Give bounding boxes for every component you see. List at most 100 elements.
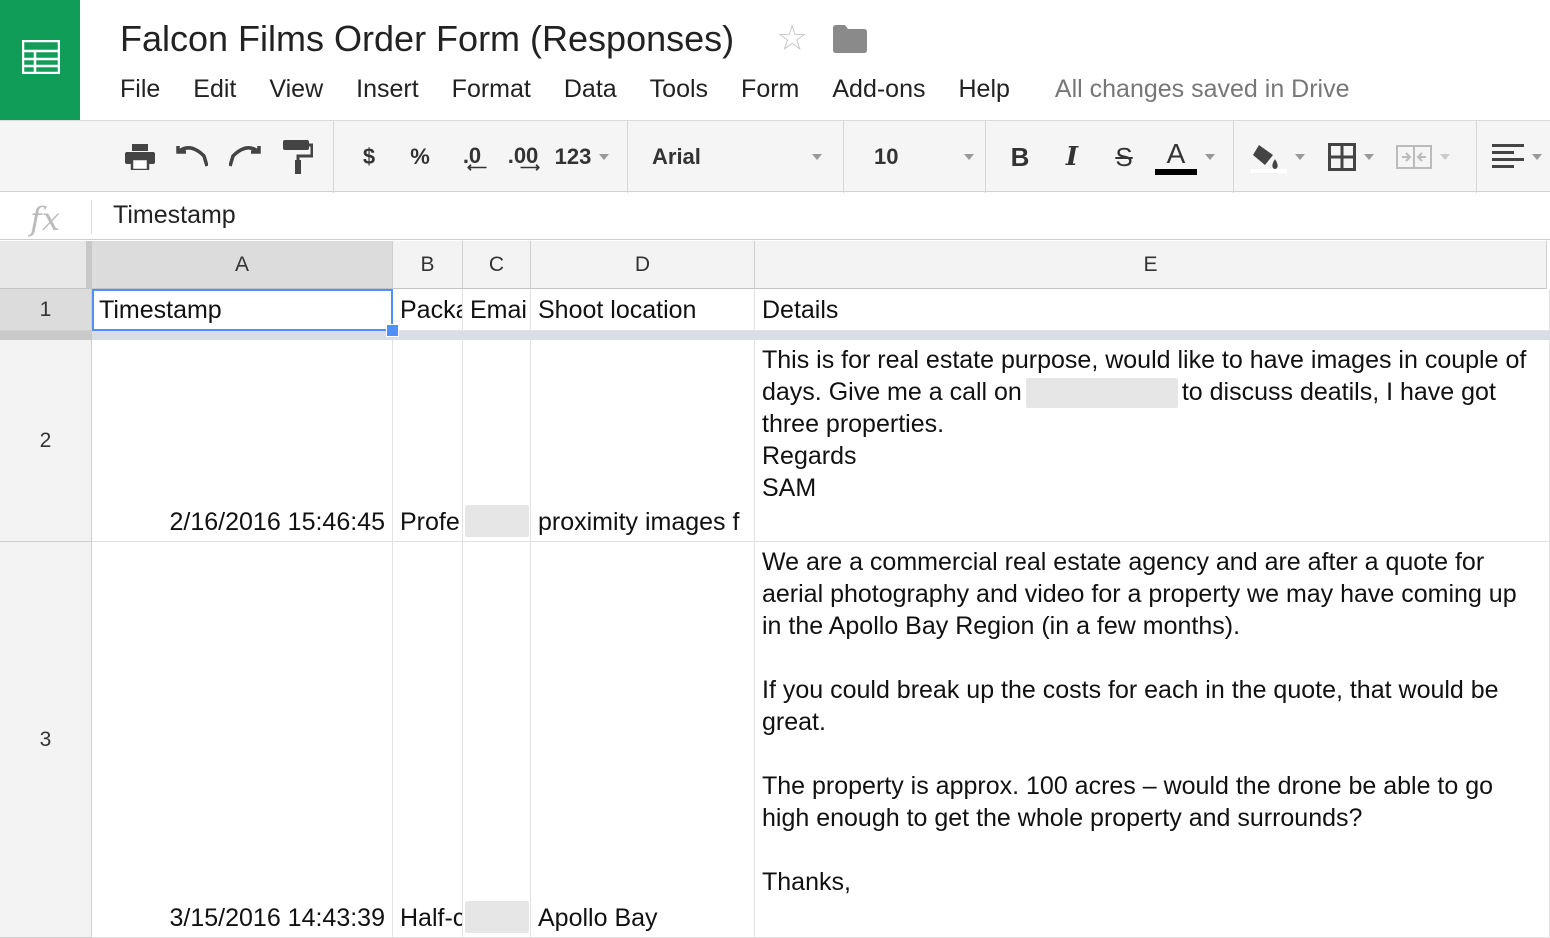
formula-input[interactable]: Timestamp (113, 201, 236, 230)
cell-d3-value: Apollo Bay (538, 904, 658, 932)
cell-a2[interactable]: 2/16/2016 15:46:45 (92, 340, 393, 542)
cell-d3[interactable]: Apollo Bay (531, 542, 755, 938)
menu-bar: File Edit View Insert Format Data Tools … (120, 74, 1350, 104)
star-icon[interactable]: ☆ (776, 18, 808, 58)
details-paragraph: Thanks, (762, 868, 851, 896)
details-line: Regards (762, 442, 857, 471)
cell-e2-text: This is for real estate purpose, would l… (762, 344, 1537, 504)
folder-icon[interactable] (833, 25, 867, 58)
text-color-label: A (1166, 138, 1186, 169)
column-header-a[interactable]: A (92, 241, 393, 289)
arrow-right-icon: ⟶ (519, 159, 541, 175)
details-paragraph: If you could break up the costs for each… (762, 676, 1499, 736)
toolbar: $ % .0 ⟵ .00 ⟶ 123 Arial 10 B I S A (0, 120, 1550, 193)
chevron-down-icon (1440, 154, 1450, 160)
save-status: All changes saved in Drive (1054, 74, 1350, 103)
cell-a3-value: 3/15/2016 14:43:39 (169, 904, 385, 932)
cell-b3[interactable]: Half-c (393, 542, 463, 938)
cell-d2[interactable]: proximity images f (531, 340, 755, 542)
details-paragraph: We are a commercial real estate agency a… (762, 548, 1517, 640)
strikethrough-button[interactable]: S (1106, 137, 1142, 177)
font-size-value: 10 (874, 144, 899, 169)
column-header-b[interactable]: B (393, 241, 463, 289)
sheets-logo[interactable] (0, 0, 80, 120)
horizontal-align-button[interactable] (1492, 137, 1550, 177)
column-header-e[interactable]: E (755, 241, 1547, 289)
cell-a2-value: 2/16/2016 15:46:45 (169, 508, 385, 536)
fx-icon: fx (30, 200, 60, 238)
menu-insert[interactable]: Insert (356, 75, 419, 104)
chevron-down-icon (1364, 154, 1374, 160)
column-header-c[interactable]: C (463, 241, 531, 289)
redacted-email (465, 901, 529, 933)
cell-c1[interactable]: Emai (463, 289, 531, 331)
borders-icon (1328, 143, 1356, 171)
row-header-2[interactable]: 2 (0, 340, 92, 542)
paint-format-icon[interactable] (278, 137, 318, 177)
decrease-decimal-button[interactable]: .0 ⟵ (452, 137, 492, 177)
redacted-phone (1025, 378, 1178, 409)
chevron-down-icon (964, 154, 974, 160)
cell-b2-value: Profe (400, 508, 460, 536)
increase-decimal-button[interactable]: .00 ⟶ (502, 137, 544, 177)
cell-e3[interactable]: We are a commercial real estate agency a… (755, 542, 1550, 938)
chevron-down-icon (1532, 154, 1542, 160)
fill-color-button[interactable] (1246, 137, 1310, 177)
menu-form[interactable]: Form (741, 75, 799, 104)
print-icon[interactable] (120, 137, 160, 177)
details-paragraph: The property is approx. 100 acres – woul… (762, 772, 1494, 832)
select-all-corner[interactable] (0, 241, 92, 289)
font-family-select[interactable]: Arial (652, 137, 822, 177)
menu-view[interactable]: View (269, 75, 323, 104)
menu-addons[interactable]: Add-ons (832, 75, 925, 104)
menu-tools[interactable]: Tools (650, 75, 708, 104)
align-left-icon (1492, 144, 1524, 168)
font-size-select[interactable]: 10 (874, 137, 974, 177)
cell-e3-text: We are a commercial real estate agency a… (762, 546, 1537, 898)
fill-handle[interactable] (386, 324, 399, 337)
bold-button[interactable]: B (1002, 137, 1038, 177)
italic-button[interactable]: I (1054, 137, 1090, 177)
menu-data[interactable]: Data (564, 75, 617, 104)
row-header-1[interactable]: 1 (0, 289, 92, 331)
row-header-3[interactable]: 3 (0, 542, 92, 938)
sheets-grid-icon (22, 40, 60, 74)
cell-a3[interactable]: 3/15/2016 14:43:39 (92, 542, 393, 938)
cell-b1[interactable]: Packa (393, 289, 463, 331)
cell-c2[interactable] (463, 340, 531, 542)
cell-d2-value: proximity images f (538, 508, 740, 536)
more-formats-button[interactable]: 123 (552, 137, 612, 177)
cell-d1[interactable]: Shoot location (531, 289, 755, 331)
text-color-swatch (1155, 169, 1197, 175)
menu-edit[interactable]: Edit (193, 75, 236, 104)
menu-file[interactable]: File (120, 75, 160, 104)
more-formats-label: 123 (554, 144, 592, 169)
menu-format[interactable]: Format (452, 75, 531, 104)
cell-e1[interactable]: Details (755, 289, 1550, 331)
currency-format-button[interactable]: $ (352, 137, 386, 177)
borders-button[interactable] (1322, 137, 1380, 177)
text-color-button[interactable]: A (1150, 137, 1220, 177)
cell-b3-value: Half-c (400, 904, 463, 932)
active-cell-outline (92, 289, 393, 331)
cell-b2[interactable]: Profe (393, 340, 463, 542)
chevron-down-icon (1205, 154, 1215, 160)
paint-bucket-icon (1251, 145, 1287, 173)
merge-cells-icon (1396, 145, 1432, 169)
column-header-d[interactable]: D (531, 241, 755, 289)
formula-divider (91, 200, 92, 234)
redo-icon[interactable] (225, 137, 265, 177)
chevron-down-icon (1295, 154, 1305, 160)
percent-format-button[interactable]: % (402, 137, 438, 177)
cell-c3[interactable] (463, 542, 531, 938)
frozen-row-divider[interactable] (92, 331, 1550, 340)
frozen-row-divider-header[interactable] (0, 331, 92, 340)
chevron-down-icon (599, 154, 610, 160)
merge-cells-button[interactable] (1390, 137, 1456, 177)
chevron-down-icon (812, 154, 822, 160)
cell-e2[interactable]: This is for real estate purpose, would l… (755, 340, 1550, 542)
arrow-left-icon: ⟵ (466, 159, 488, 175)
undo-icon[interactable] (172, 137, 212, 177)
menu-help[interactable]: Help (959, 75, 1010, 104)
document-title[interactable]: Falcon Films Order Form (Responses) (120, 18, 734, 60)
